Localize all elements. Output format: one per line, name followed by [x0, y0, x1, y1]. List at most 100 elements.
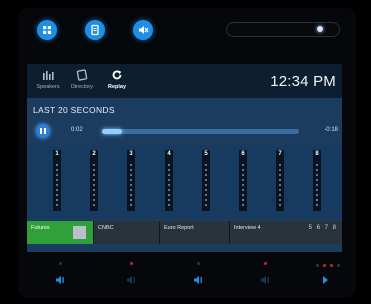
meter-segment — [242, 199, 244, 201]
meter-segment — [56, 204, 58, 206]
channel-meter-6[interactable]: 6 — [239, 150, 247, 211]
tab-interview-4[interactable]: Interview 4 5 6 7 8 — [230, 221, 342, 244]
meter-segment — [168, 164, 170, 166]
meter-segment — [130, 189, 132, 191]
meter-segment — [242, 169, 244, 171]
pause-button[interactable] — [36, 124, 50, 138]
meter-segment — [168, 169, 170, 171]
meter-segment — [316, 164, 318, 166]
channel-number: 4 — [167, 151, 171, 157]
document-icon[interactable] — [85, 20, 105, 40]
talk-button-4[interactable] — [252, 270, 278, 290]
meter-segment — [242, 204, 244, 206]
meter-segment — [205, 194, 207, 196]
meter-segment — [56, 189, 58, 191]
channel-meter-1[interactable]: 1 — [53, 150, 61, 211]
meter-segment — [316, 194, 318, 196]
channel-meter-3[interactable]: 3 — [127, 150, 135, 211]
meter-segment — [168, 174, 170, 176]
meter-segment — [130, 179, 132, 181]
speakers-label: Speakers — [36, 84, 60, 90]
next-button[interactable] — [312, 270, 338, 290]
channel-meter-8[interactable]: 8 — [313, 150, 321, 211]
pause-icon-bar — [40, 128, 42, 134]
channel-meter-7[interactable]: 7 — [276, 150, 284, 211]
volume-slider[interactable] — [226, 22, 340, 37]
pause-icon-bar — [44, 128, 46, 134]
meter-segment — [205, 179, 207, 181]
channel-number: 5 — [204, 151, 208, 157]
meter-segment — [316, 169, 318, 171]
replay-progress-bar[interactable] — [102, 129, 299, 134]
channel-number: 6 — [241, 151, 245, 157]
mute-icon[interactable] — [133, 20, 153, 40]
meter-segment — [205, 174, 207, 176]
meter-segment — [279, 189, 281, 191]
indicator-led-red — [130, 262, 133, 265]
directory-label: Directory — [70, 84, 93, 90]
channel-meter-4[interactable]: 4 — [165, 150, 173, 211]
meter-segment — [168, 199, 170, 201]
indicator-led — [59, 262, 62, 265]
meter-segment — [279, 199, 281, 201]
meter-segment — [205, 199, 207, 201]
talk-button-1[interactable] — [47, 270, 73, 290]
talk-icon — [55, 276, 64, 284]
indicator-led-red — [330, 264, 333, 267]
meter-segment — [316, 184, 318, 186]
meter-segment — [93, 164, 95, 166]
channel-number: 1 — [55, 151, 59, 157]
tab-futures[interactable]: Futures — [27, 221, 94, 244]
indicator-led — [197, 262, 200, 265]
talk-button-2[interactable] — [118, 270, 144, 290]
meter-segment — [93, 169, 95, 171]
channel-meter-2[interactable]: 2 — [90, 150, 98, 211]
meter-segment — [279, 179, 281, 181]
talk-button-3[interactable] — [185, 270, 211, 290]
touch-screen: Speakers Directory Replay 12:34 PM LAST … — [27, 64, 342, 252]
meter-segment — [56, 194, 58, 196]
tab-label: CNBC — [98, 225, 114, 231]
meter-segment — [279, 164, 281, 166]
meter-segment — [242, 194, 244, 196]
chevron-right-icon — [322, 276, 328, 284]
meter-segment — [56, 164, 58, 166]
replay-label: Replay — [107, 84, 127, 90]
meter-segment — [242, 189, 244, 191]
meter-segment — [279, 194, 281, 196]
meter-segment — [56, 179, 58, 181]
directory-button[interactable]: Directory — [65, 67, 99, 90]
grid-icon[interactable] — [37, 20, 57, 40]
meter-segment — [205, 204, 207, 206]
meter-segment — [56, 169, 58, 171]
meter-segment — [130, 204, 132, 206]
meter-segment — [242, 174, 244, 176]
tab-euro-report[interactable]: Euro Report — [160, 221, 230, 244]
meter-segment — [168, 204, 170, 206]
meter-segment — [316, 199, 318, 201]
clock: 12:34 PM — [270, 73, 336, 90]
meter-segment — [205, 164, 207, 166]
tab-swatch — [73, 226, 86, 239]
tab-cnbc[interactable]: CNBC — [94, 221, 160, 244]
speakers-button[interactable]: Speakers — [31, 67, 65, 90]
meter-segment — [93, 199, 95, 201]
channel-number: 7 — [278, 151, 282, 157]
source-tabs: Futures CNBC Euro Report Interview 4 5 6… — [27, 221, 342, 244]
talk-icon — [126, 276, 135, 284]
meter-segment — [205, 184, 207, 186]
meter-segment — [279, 174, 281, 176]
channel-meter-5[interactable]: 5 — [202, 150, 210, 211]
channel-number: 3 — [129, 151, 133, 157]
meter-segment — [279, 204, 281, 206]
replay-heading: LAST 20 SECONDS — [33, 105, 115, 115]
meter-segment — [130, 164, 132, 166]
volume-slider-knob[interactable] — [317, 26, 323, 32]
meter-segment — [93, 194, 95, 196]
channel-number: 2 — [92, 151, 96, 157]
meter-segment — [130, 174, 132, 176]
meter-segment — [93, 189, 95, 191]
replay-button[interactable]: Replay — [100, 67, 134, 90]
indicator-led-red — [323, 264, 326, 267]
meter-segment — [242, 164, 244, 166]
